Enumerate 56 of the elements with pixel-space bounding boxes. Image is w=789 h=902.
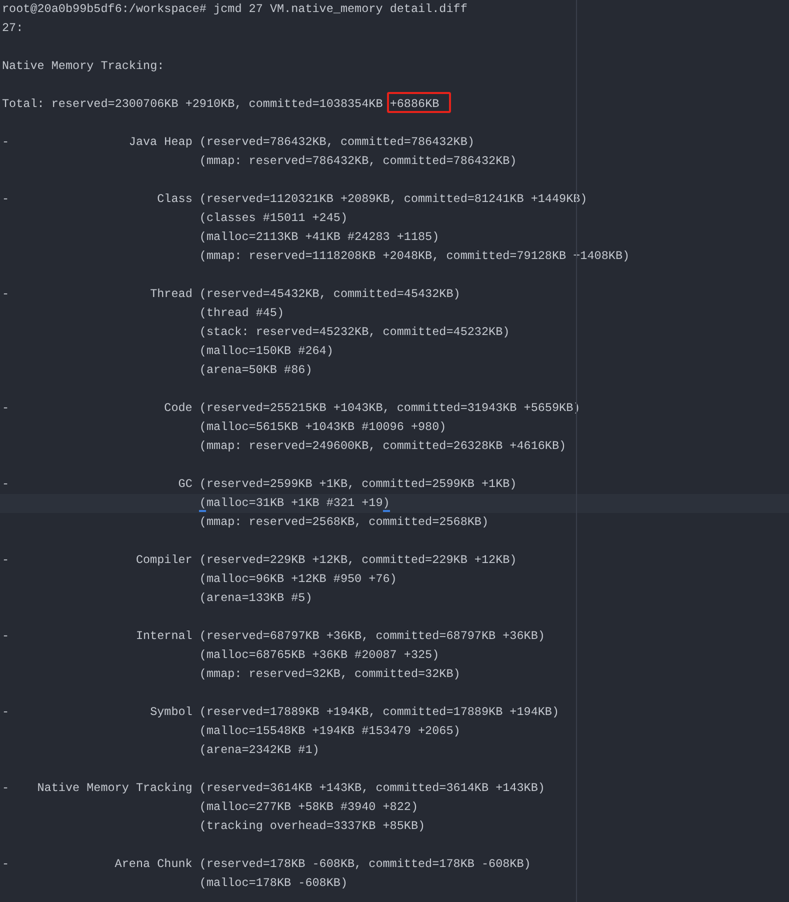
category-name: Internal (134, 628, 192, 645)
detail-line: (malloc=150KB #264) (199, 343, 334, 360)
detail-line: (malloc=31KB +1KB #321 +19) (199, 495, 390, 513)
command-line: root@20a0b99b5df6:/workspace# jcmd 27 VM.native_memory detail.diff (2, 1, 468, 18)
detail-line: (malloc=277KB +58KB #3940 +822) (199, 799, 418, 816)
detail-line: (reserved=3614KB +143KB, committed=3614KB +143KB) (199, 780, 545, 797)
bullet-dash: - (2, 286, 10, 303)
detail-line: (mmap: reserved=1118208KB +2048KB, committed=79128KB +1408KB) (199, 248, 630, 265)
category-name: Java Heap (128, 134, 192, 151)
detail-line: (malloc=96KB +12KB #950 +76) (199, 571, 397, 588)
category-name: Symbol (149, 704, 192, 721)
category-name: Thread (149, 286, 192, 303)
detail-line: (reserved=2599KB +1KB, committed=2599KB +1KB) (199, 476, 517, 493)
bullet-dash: - (2, 191, 10, 208)
detail-line: (mmap: reserved=2568KB, committed=2568KB) (199, 514, 489, 531)
bullet-dash: - (2, 476, 10, 493)
detail-line: (mmap: reserved=32KB, committed=32KB) (199, 666, 460, 683)
detail-line: (tracking overhead=3337KB +85KB) (199, 818, 426, 835)
bullet-dash: - (2, 628, 10, 645)
bullet-dash: - (2, 704, 10, 721)
bullet-dash: - (2, 856, 10, 873)
category-name: Code (163, 400, 192, 417)
bullet-dash: - (2, 134, 10, 151)
bullet-dash: - (2, 552, 10, 569)
output-line: 27: (2, 20, 24, 37)
detail-line: (thread #45) (199, 305, 284, 322)
detail-line: (reserved=68797KB +36KB, committed=68797KB +36KB) (199, 628, 545, 645)
detail-line: (malloc=15548KB +194KB #153479 +2065) (199, 723, 460, 740)
detail-line: (reserved=1120321KB +2089KB, committed=81241KB +1449KB) (199, 191, 588, 208)
detail-line: (stack: reserved=45232KB, committed=45232KB) (199, 324, 510, 341)
category-name: Compiler (134, 552, 192, 569)
detail-line: (malloc=68765KB +36KB #20087 +325) (199, 647, 440, 664)
detail-line: (reserved=178KB -608KB, committed=178KB -608KB) (199, 856, 531, 873)
bullet-dash: - (2, 780, 10, 797)
bullet-dash: - (2, 400, 10, 417)
detail-line: (malloc=2113KB +41KB #24283 +1185) (199, 229, 440, 246)
detail-line: (malloc=5615KB +1043KB #10096 +980) (199, 419, 446, 436)
category-name: Native Memory Tracking (36, 780, 192, 797)
detail-line: (reserved=229KB +12KB, committed=229KB +12KB) (199, 552, 517, 569)
detail-line: (reserved=255215KB +1043KB, committed=31943KB +5659KB) (199, 400, 580, 417)
detail-line: (arena=2342KB #1) (199, 742, 320, 759)
detail-line: (reserved=45432KB, committed=45432KB) (199, 286, 460, 303)
category-name: GC (177, 476, 192, 493)
category-name: Arena Chunk (114, 856, 192, 873)
detail-line: (mmap: reserved=249600KB, committed=26328KB +4616KB) (199, 438, 566, 455)
detail-line: (malloc=178KB -608KB) (199, 875, 348, 892)
detail-line: (mmap: reserved=786432KB, committed=786432KB) (199, 153, 517, 170)
output-heading: Native Memory Tracking: (2, 58, 164, 75)
detail-line: (classes #15011 +245) (199, 210, 348, 227)
highlight-box: +6886KB (386, 92, 452, 113)
total-line: Total: reserved=2300706KB +2910KB, committed=1038354KB (2, 96, 383, 113)
detail-line: (reserved=786432KB, committed=786432KB) (199, 134, 474, 151)
detail-line: (arena=50KB #86) (199, 362, 312, 379)
detail-line: (arena=133KB #5) (199, 590, 312, 607)
detail-line: (reserved=17889KB +194KB, committed=17889KB +194KB) (199, 704, 560, 721)
category-name: Class (156, 191, 192, 208)
